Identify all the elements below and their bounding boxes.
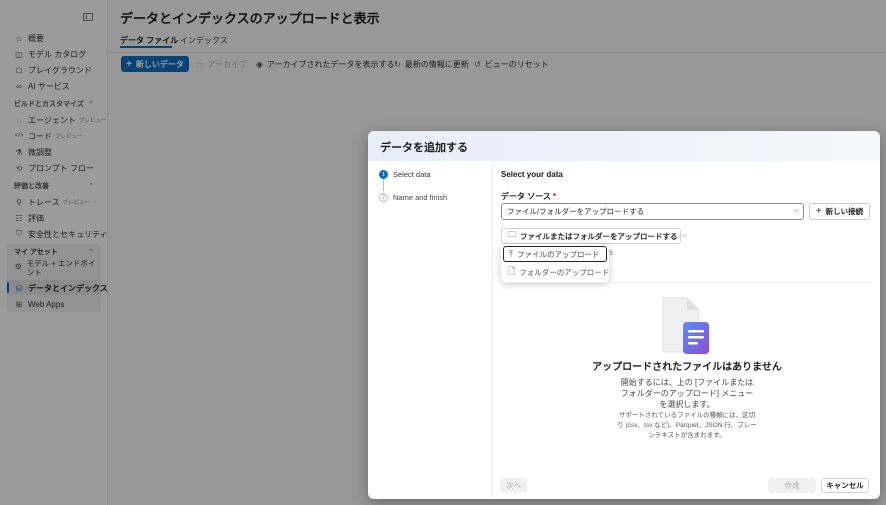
wizard-steps: 1 Select data 2 Name and finish [368,161,492,499]
step-name-finish[interactable]: 2 Name and finish [379,193,447,202]
dialog-title: データを追加する [380,142,468,154]
dialog-content: Select your data データ ソース * ファイル/フォルダーをアップ… [492,161,880,499]
data-source-label: データ ソース * [501,191,556,202]
upload-menu-popup: ⤒ ファイルのアップロード 🗋 フォルダーのアップロード [501,244,609,282]
cancel-button[interactable]: キャンセル [821,478,869,493]
new-connection-button[interactable]: + 新しい接続 [809,203,870,220]
chevron-down-icon: ⌵ [681,232,687,239]
select-value: ファイル/フォルダーをアップロードする [507,207,645,216]
button-label: ファイルまたはフォルダーをアップロードする [520,231,678,241]
chevron-down-icon: ⌵ [793,207,799,214]
plus-icon: + [815,206,822,217]
field-label-text: データ ソース [501,192,551,201]
button-label: 新しい接続 [825,207,864,216]
step-number: 2 [379,193,388,202]
supported-file-types-note: サポートされているファイルの種類には、区切り (csv、tsv など)、Parq… [617,412,757,439]
menu-item-label: ファイルのアップロード [516,249,600,259]
add-data-dialog: データを追加する 1 Select data 2 Name and finish… [368,131,880,499]
create-button[interactable]: 作成 [768,478,816,493]
required-asterisk: * [552,192,556,201]
menu-item-upload-folder[interactable]: 🗋 フォルダーのアップロード [503,264,610,280]
divider [501,282,871,283]
step-label: Name and finish [393,193,448,202]
step-connector [383,179,384,191]
empty-state-title: アップロードされたファイルはありません [592,362,782,373]
menu-item-upload-file[interactable]: ⤒ ファイルのアップロード [503,246,607,262]
upload-files-folders-button[interactable]: 🗀 ファイルまたはフォルダーをアップロードする ⌵ [501,228,687,244]
step-number: 1 [379,170,388,179]
next-button[interactable]: 次へ [500,478,527,493]
step-label: Select data [393,170,431,179]
empty-files-illustration [662,297,709,354]
folder-icon: 🗀 [508,230,516,239]
obscured-text: s [609,248,613,257]
upload-arrow-icon: ⤒ [509,248,513,259]
dialog-header: データを追加する [368,131,880,161]
menu-item-label: フォルダーのアップロード [519,267,610,277]
empty-state-description: 開始するには、上の [ファイルまたはフォルダーのアップロード] メニューを選択し… [620,378,754,409]
step-select-data[interactable]: 1 Select data [379,170,431,179]
document-icon: 🗋 [508,266,516,276]
section-title: Select your data [501,170,563,179]
data-source-select[interactable]: ファイル/フォルダーをアップロードする ⌵ [501,203,804,220]
